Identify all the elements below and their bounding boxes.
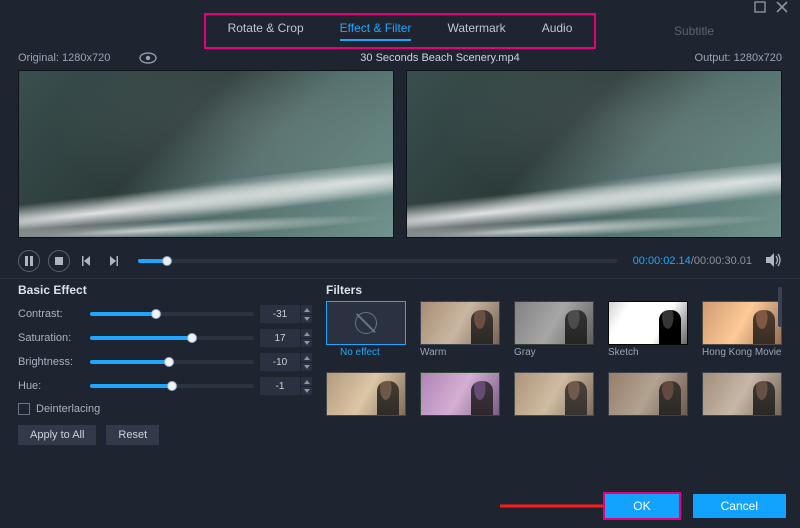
filter-hk-label: Hong Kong Movie [702, 347, 782, 358]
preview-area [0, 68, 800, 244]
maximize-icon[interactable] [754, 1, 768, 15]
filters-panel: Filters No effect Warm Gray Sketch [326, 283, 782, 444]
hue-stepper[interactable]: -1 [260, 377, 312, 395]
filter-gray[interactable]: Gray [514, 301, 594, 358]
bottom-bar: OK Cancel [603, 492, 786, 520]
time-current: 00:00:02.14 [633, 255, 691, 267]
chevron-up-icon[interactable] [300, 353, 312, 362]
timeline-slider[interactable] [138, 259, 617, 263]
chevron-down-icon[interactable] [300, 386, 312, 395]
filter-row2-b[interactable] [420, 368, 500, 416]
brightness-row: Brightness: -10 [18, 353, 312, 371]
chevron-down-icon[interactable] [300, 338, 312, 347]
filter-warm[interactable]: Warm [420, 301, 500, 358]
preview-original [18, 70, 394, 238]
saturation-row: Saturation: 17 [18, 329, 312, 347]
no-effect-icon [355, 312, 377, 334]
play-pause-button[interactable] [18, 250, 40, 272]
contrast-label: Contrast: [18, 308, 84, 320]
preview-output [406, 70, 782, 238]
tab-effect-filter[interactable]: Effect & Filter [322, 17, 430, 45]
preview-eye-icon[interactable] [138, 52, 156, 64]
chevron-up-icon[interactable] [300, 377, 312, 386]
filter-row2-d[interactable] [608, 368, 688, 416]
basic-effect-panel: Basic Effect Contrast: -31 Saturation: 1… [18, 283, 312, 444]
brightness-value: -10 [260, 353, 300, 371]
chevron-up-icon[interactable] [300, 329, 312, 338]
filter-sketch-label: Sketch [608, 347, 688, 358]
brightness-slider[interactable] [90, 360, 254, 364]
tab-audio[interactable]: Audio [524, 17, 591, 45]
hue-slider[interactable] [90, 384, 254, 388]
deinterlacing-label: Deinterlacing [36, 403, 100, 415]
time-total: 00:00:30.01 [694, 255, 752, 267]
saturation-label: Saturation: [18, 332, 84, 344]
filter-warm-label: Warm [420, 347, 500, 358]
contrast-row: Contrast: -31 [18, 305, 312, 323]
prev-frame-button[interactable] [78, 252, 96, 270]
deinterlacing-row[interactable]: Deinterlacing [18, 403, 312, 415]
saturation-value: 17 [260, 329, 300, 347]
time-readout: 00:00:02.14/00:00:30.01 [633, 255, 752, 267]
info-strip: Original: 1280x720 30 Seconds Beach Scen… [0, 48, 800, 68]
reset-button[interactable]: Reset [106, 425, 159, 445]
filter-row2-a[interactable] [326, 368, 406, 416]
original-resolution: Original: 1280x720 [18, 52, 110, 64]
contrast-value: -31 [260, 305, 300, 323]
basic-effect-title: Basic Effect [18, 283, 312, 297]
brightness-label: Brightness: [18, 356, 84, 368]
apply-all-button[interactable]: Apply to All [18, 425, 96, 445]
chevron-down-icon[interactable] [300, 314, 312, 323]
hue-value: -1 [260, 377, 300, 395]
saturation-slider[interactable] [90, 336, 254, 340]
brightness-stepper[interactable]: -10 [260, 353, 312, 371]
output-resolution: Output: 1280x720 [662, 52, 782, 64]
filter-sketch[interactable]: Sketch [608, 301, 688, 358]
ok-button[interactable]: OK [603, 492, 680, 520]
filters-scrollbar[interactable] [778, 287, 782, 448]
tab-rotate-crop[interactable]: Rotate & Crop [210, 17, 322, 45]
volume-icon[interactable] [766, 253, 782, 269]
contrast-stepper[interactable]: -31 [260, 305, 312, 323]
close-icon[interactable] [776, 1, 790, 15]
chevron-up-icon[interactable] [300, 305, 312, 314]
filter-no-effect[interactable]: No effect [326, 301, 406, 358]
window-controls [0, 0, 800, 10]
filters-title: Filters [326, 283, 782, 297]
chevron-down-icon[interactable] [300, 362, 312, 371]
filter-row2-e[interactable] [702, 368, 782, 416]
annotation-arrow [500, 497, 620, 515]
next-frame-button[interactable] [104, 252, 122, 270]
tab-subtitle[interactable]: Subtitle [674, 24, 714, 38]
filter-hong-kong[interactable]: Hong Kong Movie [702, 301, 782, 358]
tabs-row: Rotate & Crop Effect & Filter Watermark … [0, 14, 800, 48]
filter-gray-label: Gray [514, 347, 594, 358]
deinterlacing-checkbox[interactable] [18, 403, 30, 415]
hue-label: Hue: [18, 380, 84, 392]
filter-row2-c[interactable] [514, 368, 594, 416]
contrast-slider[interactable] [90, 312, 254, 316]
cancel-button[interactable]: Cancel [693, 494, 786, 518]
tabs-highlight: Rotate & Crop Effect & Filter Watermark … [204, 13, 597, 49]
filter-no-effect-label: No effect [340, 347, 406, 358]
tab-watermark[interactable]: Watermark [429, 17, 523, 45]
transport-bar: 00:00:02.14/00:00:30.01 [0, 244, 800, 278]
stop-button[interactable] [48, 250, 70, 272]
filename: 30 Seconds Beach Scenery.mp4 [218, 52, 662, 64]
hue-row: Hue: -1 [18, 377, 312, 395]
lower-panel: Basic Effect Contrast: -31 Saturation: 1… [0, 278, 800, 448]
saturation-stepper[interactable]: 17 [260, 329, 312, 347]
